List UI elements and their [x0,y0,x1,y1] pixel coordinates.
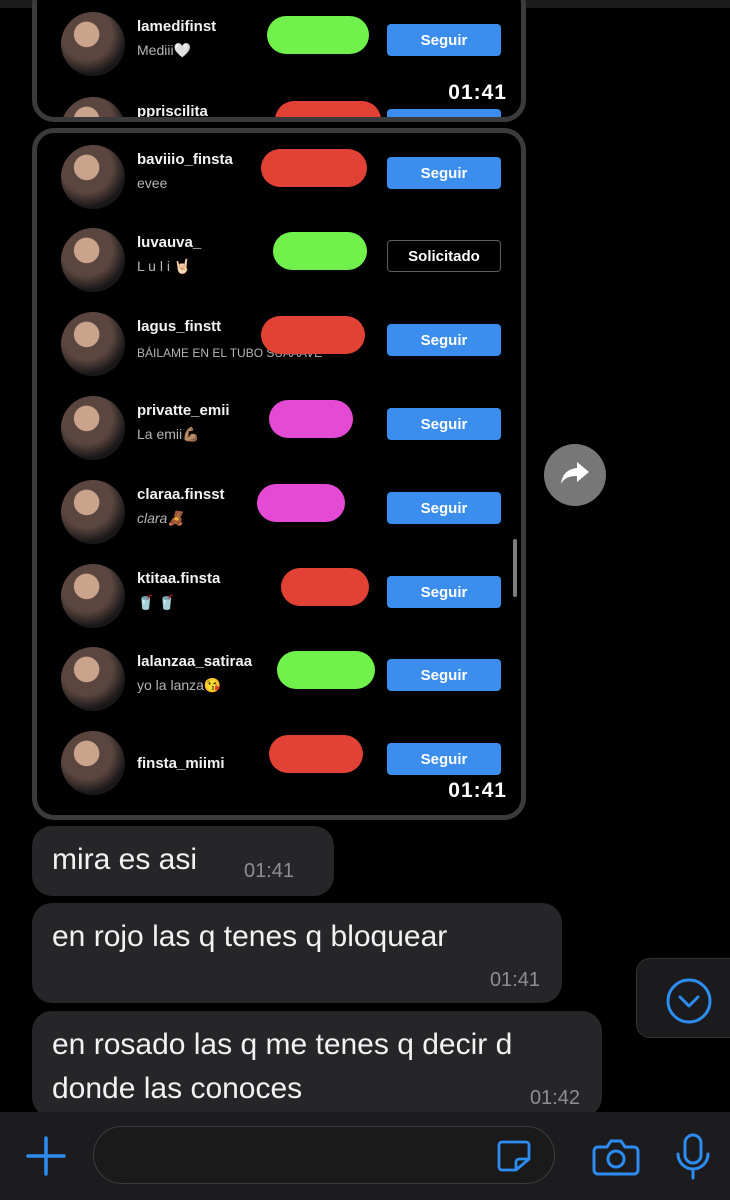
image-timestamp: 01:41 [448,81,507,104]
list-item: luvauva_ L u l i 🤘🏻 Solicitado [37,228,521,312]
avatar [61,480,125,544]
user-subtitle: clara🧸 [137,510,185,526]
message-bubble[interactable]: mira es asi 01:41 [32,826,334,896]
user-subtitle: Mediii🤍 [137,42,191,58]
follow-button[interactable]: Seguir [387,576,501,608]
list-item: lagus_finstt BÁILAME EN EL TUBO SUAAAVE … [37,312,521,396]
red-highlight-mark [269,735,363,773]
scroll-to-bottom-button[interactable] [636,958,730,1038]
avatar [61,564,125,628]
message-input[interactable] [93,1126,555,1184]
avatar [61,396,125,460]
share-forward-icon [559,460,591,491]
message-text: mira es asi [52,843,198,876]
username: privatte_emii [137,402,230,419]
username: baviiio_finsta [137,151,233,168]
chevron-down-circle-icon [665,977,713,1030]
username: lagus_finstt [137,318,222,335]
user-subtitle: L u l i 🤘🏻 [137,258,192,274]
follow-button[interactable]: Seguir [387,157,501,189]
message-time: 01:41 [244,860,295,882]
list-item: claraa.finsst clara🧸 Seguir [37,480,521,564]
list-item: ktitaa.finsta 🥤 🥤 Seguir [37,564,521,648]
username: finsta_miimi [137,755,225,772]
user-subtitle: yo la lanza😘 [137,677,222,693]
message-bubble[interactable]: en rosado las q me tenes q decir d donde… [32,1011,602,1117]
image-message-2[interactable]: baviiio_finsta evee Seguir luvauva_ L u … [32,128,526,820]
microphone-icon[interactable] [674,1132,712,1187]
plus-icon[interactable] [24,1134,68,1183]
avatar [61,312,125,376]
user-subtitle: evee [137,175,168,191]
pink-highlight-mark [257,484,345,522]
red-highlight-mark [281,568,369,606]
green-highlight-mark [273,232,367,270]
composer-bar [0,1112,730,1200]
follow-button[interactable]: Seguir [387,408,501,440]
message-time: 01:42 [529,1087,580,1109]
username: ktitaa.finsta [137,570,221,587]
follow-button[interactable]: Seguir [387,492,501,524]
username: luvauva_ [137,234,202,251]
follow-button[interactable]: Seguir [387,659,501,691]
list-item: baviiio_finsta evee Seguir [37,145,521,229]
red-highlight-mark [261,316,365,354]
avatar [61,145,125,209]
message-bubble[interactable]: en rojo las q tenes q bloquear 01:41 [32,903,562,1003]
user-subtitle: 🥤 🥤 [137,594,176,610]
list-item: privatte_emii La emii💪🏽 Seguir [37,396,521,480]
requested-button[interactable]: Solicitado [387,240,501,272]
share-button[interactable] [544,444,606,506]
sticker-icon[interactable] [496,1139,532,1178]
message-text: en rojo las q tenes q bloquear [52,920,448,953]
message-time: 01:41 [489,969,540,991]
avatar [61,647,125,711]
scroll-indicator [513,539,517,597]
green-highlight-mark [277,651,375,689]
username: lamedifinst [137,18,217,35]
username: claraa.finsst [137,486,225,503]
follow-button[interactable]: Seguir [387,324,501,356]
pink-highlight-mark [269,400,353,438]
avatar [61,731,125,795]
avatar [61,228,125,292]
message-text: en rosado las q me tenes q decir d donde… [52,1028,513,1105]
red-highlight-mark [261,149,367,187]
image-timestamp: 01:41 [448,779,507,802]
follow-button[interactable]: Seguir [387,743,501,775]
username: lalanzaa_satiraa [137,653,253,670]
red-highlight-mark [275,101,381,117]
avatar [61,12,125,76]
follow-button[interactable]: Seguir [387,24,501,56]
follower-list-2: baviiio_finsta evee Seguir luvauva_ L u … [37,133,521,815]
green-highlight-mark [267,16,369,54]
username: ppriscilita [137,103,208,120]
follow-button[interactable]: Seguir [387,109,501,117]
image-message-1[interactable]: lamedifinst Mediii🤍 Seguir ppriscilita S… [32,0,526,122]
avatar [61,97,125,117]
camera-icon[interactable] [592,1138,640,1181]
list-item: lalanzaa_satiraa yo la lanza😘 Seguir [37,647,521,731]
user-subtitle: La emii💪🏽 [137,426,200,442]
